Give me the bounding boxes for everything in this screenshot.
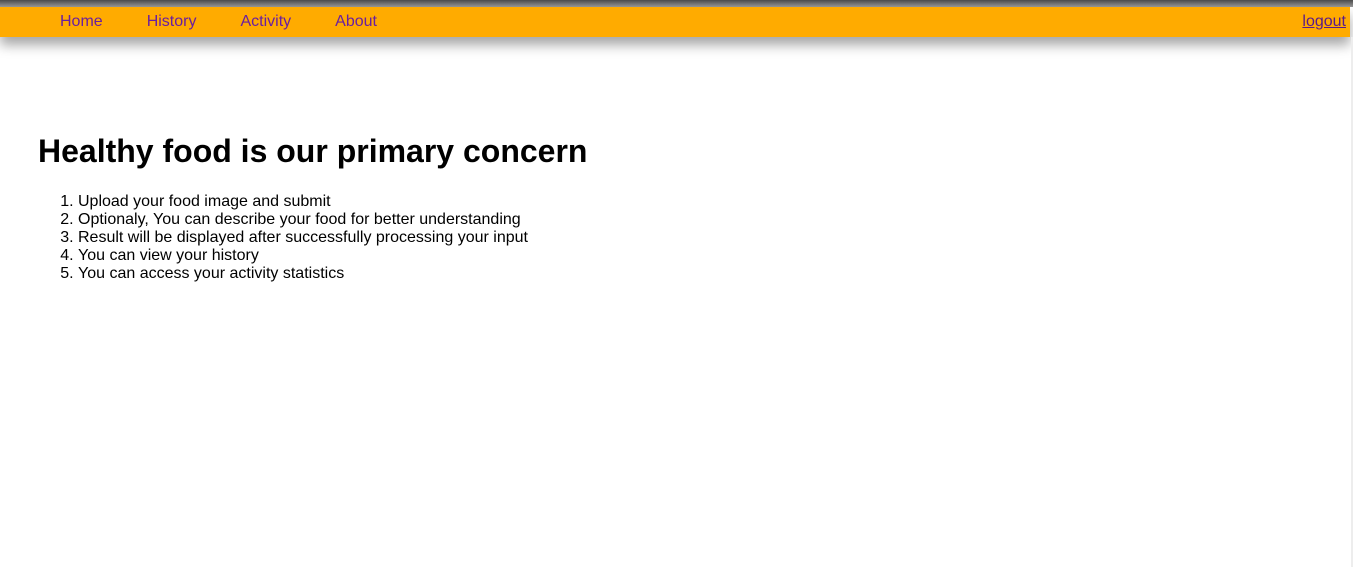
logout-link[interactable]: logout bbox=[1302, 7, 1346, 37]
instructions-list: Upload your food image and submit Option… bbox=[38, 193, 587, 283]
list-item: You can view your history bbox=[78, 247, 587, 265]
page-title: Healthy food is our primary concern bbox=[38, 133, 588, 169]
list-item: Result will be displayed after successfu… bbox=[78, 229, 587, 247]
top-navbar: Home History Activity About logout bbox=[0, 7, 1350, 37]
list-item: You can access your activity statistics bbox=[78, 265, 587, 283]
main-content: Healthy food is our primary concern Uplo… bbox=[38, 132, 587, 283]
nav-links: Home History Activity About bbox=[38, 7, 399, 37]
list-item: Upload your food image and submit bbox=[78, 193, 587, 211]
list-item: Optionaly, You can describe your food fo… bbox=[78, 211, 587, 229]
nav-link-about[interactable]: About bbox=[313, 7, 399, 37]
nav-link-history[interactable]: History bbox=[125, 7, 219, 37]
nav-link-activity[interactable]: Activity bbox=[218, 7, 313, 37]
nav-link-home[interactable]: Home bbox=[38, 7, 125, 37]
browser-top-strip bbox=[0, 0, 1353, 7]
